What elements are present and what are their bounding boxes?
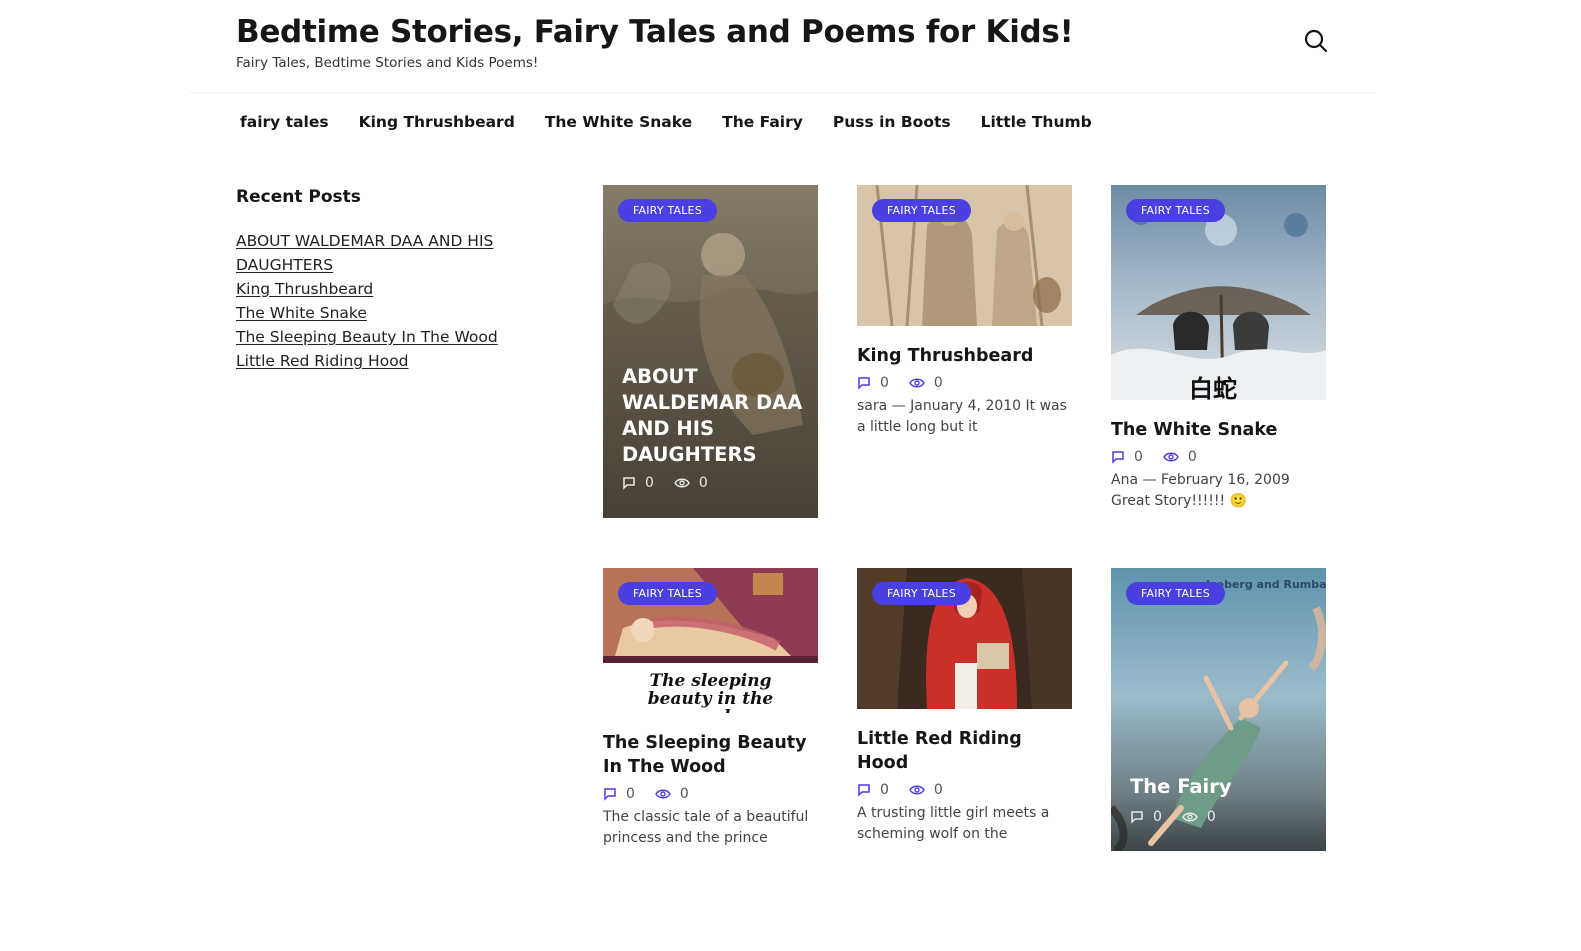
comment-count[interactable]: 0 xyxy=(1111,449,1143,465)
comment-count-value: 0 xyxy=(880,375,889,391)
comment-count-value: 0 xyxy=(880,782,889,798)
eye-icon xyxy=(909,785,925,795)
list-item: ABOUT WALDEMAR DAA AND HIS DAUGHTERS xyxy=(236,229,536,277)
comment-count[interactable]: 0 xyxy=(622,475,654,491)
post-excerpt: sara — January 4, 2010 It was a little l… xyxy=(857,398,1067,435)
post-thumbnail[interactable]: FAIRY TALES xyxy=(857,568,1072,709)
post-card[interactable]: The sleeping beauty in the woods FAIRY T… xyxy=(603,568,818,849)
eye-icon xyxy=(1163,452,1179,462)
category-badge[interactable]: FAIRY TALES xyxy=(872,582,971,605)
category-badge[interactable]: FAIRY TALES xyxy=(872,199,971,222)
recent-post-link[interactable]: The Sleeping Beauty In The Wood xyxy=(236,328,498,346)
post-card[interactable]: 白蛇 FAIRY TALES The White Snake 0 0 Ana —… xyxy=(1111,185,1326,512)
comment-count[interactable]: 0 xyxy=(857,375,889,391)
search-button[interactable] xyxy=(1303,28,1329,54)
post-title[interactable]: The Fairy xyxy=(1130,774,1232,800)
site-tagline: Fairy Tales, Bedtime Stories and Kids Po… xyxy=(236,55,539,71)
nav-item-the-fairy[interactable]: The Fairy xyxy=(722,113,803,131)
post-title[interactable]: The Sleeping Beauty In The Wood xyxy=(603,731,818,779)
post-card[interactable]: FAIRY TALES ABOUT WALDEMAR DAA AND HIS D… xyxy=(603,185,818,518)
nav-item-king-thrushbeard[interactable]: King Thrushbeard xyxy=(359,113,515,131)
post-title[interactable]: The White Snake xyxy=(1111,418,1326,442)
comment-count[interactable]: 0 xyxy=(603,786,635,802)
comment-count-value: 0 xyxy=(1134,449,1143,465)
comment-icon xyxy=(1131,811,1143,824)
image-caption: The sleeping beauty in the woods xyxy=(647,671,774,713)
post-excerpt: The classic tale of a beautiful princess… xyxy=(603,809,809,846)
eye-icon xyxy=(909,378,925,388)
comment-icon xyxy=(858,784,870,797)
comment-icon xyxy=(623,477,635,490)
post-card[interactable]: Iceberg and Rumba FAIRY TALES The Fairy … xyxy=(1111,568,1326,851)
list-item: Little Red Riding Hood xyxy=(236,349,536,373)
view-count-value: 0 xyxy=(698,475,708,491)
view-count: 0 xyxy=(1182,809,1216,825)
post-meta: 0 0 xyxy=(1111,449,1326,465)
comment-count[interactable]: 0 xyxy=(1130,809,1162,825)
view-count: 0 xyxy=(655,786,689,802)
recent-post-link[interactable]: King Thrushbeard xyxy=(236,280,373,298)
post-meta: 0 0 xyxy=(857,782,1072,798)
nav-item-the-white-snake[interactable]: The White Snake xyxy=(545,113,692,131)
view-count-value: 0 xyxy=(933,375,943,391)
eye-icon xyxy=(674,478,690,488)
comment-count-value: 0 xyxy=(645,475,654,491)
sidebar-title: Recent Posts xyxy=(236,187,361,207)
post-meta: 0 0 xyxy=(857,375,1072,391)
post-card[interactable]: FAIRY TALES Little Red Riding Hood 0 0 A… xyxy=(857,568,1072,845)
list-item: The White Snake xyxy=(236,301,536,325)
post-thumbnail[interactable]: FAIRY TALES xyxy=(857,185,1072,326)
post-thumbnail[interactable]: 白蛇 FAIRY TALES xyxy=(1111,185,1326,400)
comment-icon xyxy=(604,788,616,801)
view-count-value: 0 xyxy=(1206,809,1216,825)
recent-posts-list: ABOUT WALDEMAR DAA AND HIS DAUGHTERS Kin… xyxy=(236,229,536,373)
post-excerpt: A trusting little girl meets a scheming … xyxy=(857,805,1050,842)
post-thumbnail[interactable]: Iceberg and Rumba FAIRY TALES The Fairy … xyxy=(1111,568,1326,851)
recent-post-link[interactable]: Little Red Riding Hood xyxy=(236,352,409,370)
list-item: The Sleeping Beauty In The Wood xyxy=(236,325,536,349)
post-thumbnail[interactable]: FAIRY TALES ABOUT WALDEMAR DAA AND HIS D… xyxy=(603,185,818,518)
comment-count-value: 0 xyxy=(626,786,635,802)
eye-icon xyxy=(1182,812,1198,822)
post-meta: 0 0 xyxy=(1130,809,1236,825)
category-badge[interactable]: FAIRY TALES xyxy=(1126,582,1225,605)
view-count: 0 xyxy=(1163,449,1197,465)
recent-post-link[interactable]: ABOUT WALDEMAR DAA AND HIS DAUGHTERS xyxy=(236,232,493,274)
image-caption: 白蛇 xyxy=(1189,374,1237,400)
post-title[interactable]: King Thrushbeard xyxy=(857,344,1072,368)
comment-count-value: 0 xyxy=(1153,809,1162,825)
list-item: King Thrushbeard xyxy=(236,277,536,301)
header-divider xyxy=(190,92,1376,93)
post-excerpt: Ana — February 16, 2009 Great Story!!!!!… xyxy=(1111,472,1290,509)
recent-post-link[interactable]: The White Snake xyxy=(236,304,367,322)
view-count-value: 0 xyxy=(933,782,943,798)
category-badge[interactable]: FAIRY TALES xyxy=(618,199,717,222)
site-title[interactable]: Bedtime Stories, Fairy Tales and Poems f… xyxy=(236,14,1074,50)
comment-count[interactable]: 0 xyxy=(857,782,889,798)
nav-item-puss-in-boots[interactable]: Puss in Boots xyxy=(833,113,951,131)
post-title[interactable]: Little Red Riding Hood xyxy=(857,727,1072,775)
nav-item-fairy-tales[interactable]: fairy tales xyxy=(240,113,329,131)
post-title[interactable]: ABOUT WALDEMAR DAA AND HIS DAUGHTERS xyxy=(622,364,812,468)
post-card[interactable]: FAIRY TALES King Thrushbeard 0 0 sara — … xyxy=(857,185,1072,438)
post-meta: 0 0 xyxy=(603,786,818,802)
category-badge[interactable]: FAIRY TALES xyxy=(1126,199,1225,222)
view-count: 0 xyxy=(674,475,708,491)
comment-icon xyxy=(1112,451,1124,464)
view-count-value: 0 xyxy=(679,786,689,802)
category-badge[interactable]: FAIRY TALES xyxy=(618,582,717,605)
search-icon xyxy=(1304,29,1328,53)
view-count: 0 xyxy=(909,375,943,391)
primary-nav: fairy tales King Thrushbeard The White S… xyxy=(240,113,1122,131)
post-meta: 0 0 xyxy=(622,475,728,491)
view-count: 0 xyxy=(909,782,943,798)
view-count-value: 0 xyxy=(1187,449,1197,465)
nav-item-little-thumb[interactable]: Little Thumb xyxy=(981,113,1092,131)
eye-icon xyxy=(655,789,671,799)
post-thumbnail[interactable]: The sleeping beauty in the woods FAIRY T… xyxy=(603,568,818,713)
comment-icon xyxy=(858,377,870,390)
